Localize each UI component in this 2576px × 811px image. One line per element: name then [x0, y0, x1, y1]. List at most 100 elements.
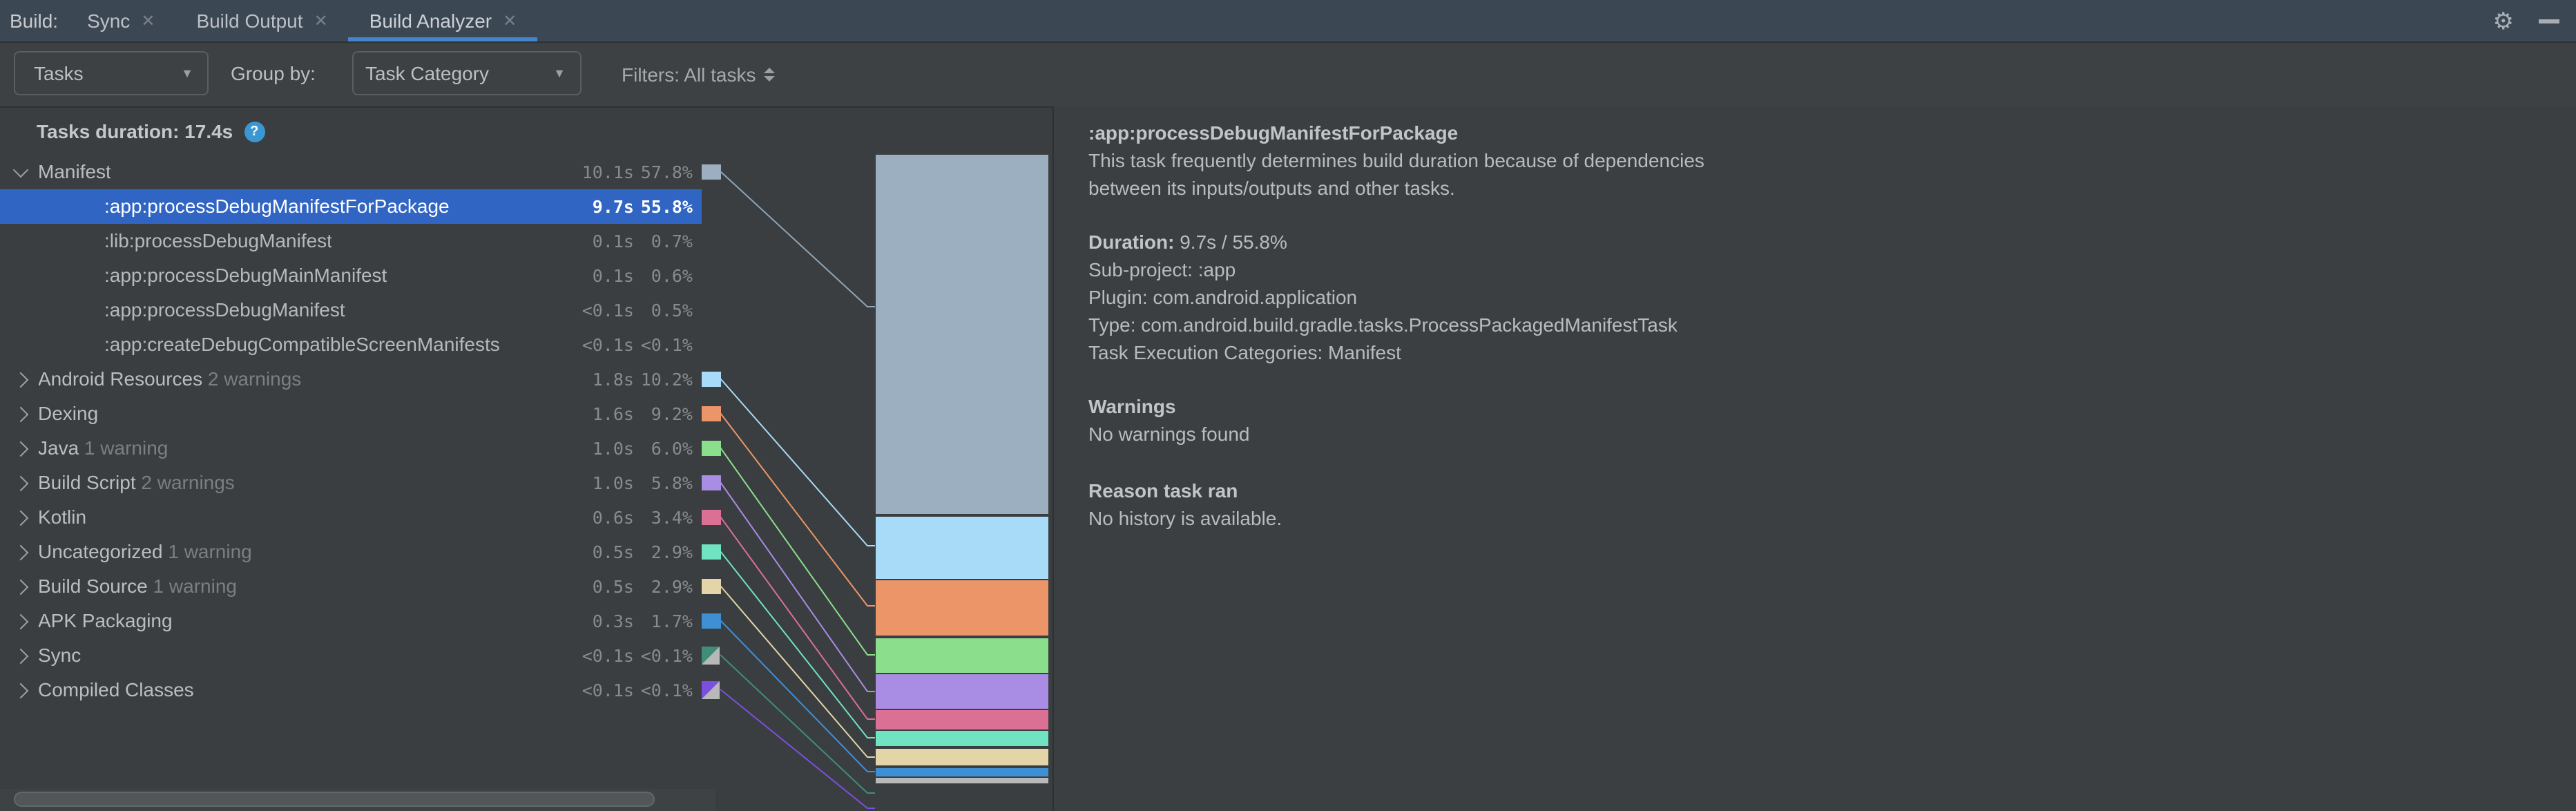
type-line: Type: com.android.build.gradle.tasks.Pro… — [1088, 314, 1678, 336]
row-percent: 3.4% — [651, 499, 693, 534]
task-description-line2: between its inputs/outputs and other tas… — [1088, 177, 1455, 199]
row-percent: 5.8% — [651, 465, 693, 499]
tree-row-category[interactable]: Android Resources 2 warnings 1.8s10.2% — [0, 361, 721, 396]
bar-segment-apk-packaging[interactable] — [875, 767, 1048, 776]
gear-icon[interactable]: ⚙ — [2493, 9, 2515, 32]
reason-header: Reason task ran — [1088, 479, 1238, 502]
tree-row-category[interactable]: Sync<0.1s<0.1% — [0, 638, 721, 672]
category-color-swatch — [701, 475, 720, 490]
row-label: Dexing — [38, 396, 98, 430]
row-label: :app:processDebugManifest — [104, 292, 345, 327]
tree-row-category[interactable]: Build Script 2 warnings1.0s5.8% — [0, 465, 721, 499]
view-dropdown[interactable]: Tasks ▼ — [13, 51, 209, 95]
category-color-swatch — [701, 646, 719, 664]
row-duration: <0.1s — [582, 327, 634, 361]
close-icon[interactable]: ✕ — [503, 12, 517, 29]
close-icon[interactable]: ✕ — [141, 12, 155, 29]
scrollbar-thumb[interactable] — [13, 791, 654, 807]
warning-count: 2 warnings — [136, 470, 235, 493]
bar-segment-other[interactable] — [875, 778, 1048, 783]
row-duration: 0.3s — [593, 603, 634, 638]
bar-segment-java[interactable] — [875, 638, 1048, 672]
plugin-line: Plugin: com.android.application — [1088, 286, 1357, 308]
task-description-line1: This task frequently determines build du… — [1088, 149, 1704, 171]
bar-segment-android-resources[interactable] — [875, 517, 1048, 578]
group-by-label: Group by: — [231, 41, 316, 106]
row-label: Build Source 1 warning — [38, 569, 237, 603]
minimize-icon[interactable] — [2539, 19, 2559, 23]
tree-row-task[interactable]: :lib:processDebugManifest 0.1s 0.7% — [0, 223, 721, 258]
tree-row-category[interactable]: Build Source 1 warning0.5s2.9% — [0, 569, 721, 603]
group-by-dropdown[interactable]: Task Category ▼ — [352, 51, 581, 95]
tree-row-category[interactable]: Dexing1.6s9.2% — [0, 396, 721, 430]
tree-row-category[interactable]: Java 1 warning1.0s6.0% — [0, 430, 721, 465]
task-title: :app:processDebugManifestForPackage — [1088, 122, 1458, 144]
row-duration: <0.1s — [582, 672, 634, 707]
tree-row-task[interactable]: :app:processDebugManifestForPackage9.7s5… — [0, 189, 721, 223]
row-duration: 1.6s — [593, 396, 634, 430]
toolwindow-header: Build: Sync ✕ Build Output ✕ Build Analy… — [0, 0, 2576, 41]
row-duration: 1.8s — [593, 361, 634, 396]
tree-row-task[interactable]: :app:processDebugMainManifest0.1s0.6% — [0, 258, 721, 292]
bar-segment-build-script[interactable] — [875, 674, 1048, 708]
warnings-value: No warnings found — [1088, 423, 1250, 445]
filters-control[interactable]: Filters: All tasks — [622, 41, 776, 106]
row-label: :app:createDebugCompatibleScreenManifest… — [104, 327, 500, 361]
horizontal-scrollbar[interactable] — [0, 789, 715, 811]
tab-sync[interactable]: Sync ✕ — [66, 0, 175, 41]
bar-segment-kotlin[interactable] — [875, 710, 1048, 729]
tree-row-category[interactable]: APK Packaging 0.3s 1.7% — [0, 603, 721, 638]
connector-line — [720, 413, 875, 606]
chevron-down-icon: ▼ — [181, 66, 193, 80]
bar-segment-build-source[interactable] — [875, 748, 1048, 765]
row-percent: 0.7% — [651, 223, 693, 258]
bar-segment-dexing[interactable] — [875, 580, 1048, 635]
tab-build-output[interactable]: Build Output ✕ — [175, 0, 348, 41]
tasks-duration-title: Tasks duration: 17.4s ? — [37, 120, 265, 142]
tab-strip: Sync ✕ Build Output ✕ Build Analyzer ✕ — [66, 0, 537, 41]
reason-value: No history is available. — [1088, 507, 1282, 529]
category-color-swatch — [701, 680, 719, 698]
row-duration: 1.0s — [593, 430, 634, 465]
bar-segment-uncategorized[interactable] — [875, 731, 1048, 746]
row-label: Android Resources 2 warnings — [38, 361, 301, 396]
header-separator — [0, 41, 2576, 43]
row-label: APK Packaging — [38, 603, 173, 638]
warning-count: 1 warning — [163, 540, 252, 562]
tree-row-category[interactable]: Manifest10.1s57.8% — [0, 154, 721, 189]
row-label: Manifest — [38, 154, 111, 189]
row-duration: <0.1s — [582, 638, 634, 672]
connector-line — [720, 448, 875, 655]
row-percent: <0.1% — [641, 638, 693, 672]
row-percent: 0.6% — [651, 258, 693, 292]
category-color-swatch — [701, 578, 720, 593]
tree-row-task[interactable]: :app:createDebugCompatibleScreenManifest… — [0, 327, 721, 361]
row-percent: 1.7% — [651, 603, 693, 638]
chevron-down-icon: ▼ — [553, 66, 566, 80]
connector-line — [720, 620, 875, 772]
details-panel: :app:processDebugManifestForPackage This… — [1054, 106, 2576, 811]
tree-row-category[interactable]: Uncategorized 1 warning0.5s2.9% — [0, 534, 721, 569]
row-percent: 0.5% — [651, 292, 693, 327]
subproject-line: Sub-project: :app — [1088, 258, 1236, 280]
help-icon[interactable]: ? — [244, 121, 265, 142]
category-color-swatch — [701, 371, 720, 386]
row-percent: 10.2% — [641, 361, 693, 396]
row-duration: <0.1s — [582, 292, 634, 327]
tab-build-analyzer[interactable]: Build Analyzer ✕ — [349, 0, 538, 41]
bar-segment-manifest[interactable] — [875, 154, 1048, 514]
close-icon[interactable]: ✕ — [314, 12, 328, 29]
duration-label: Duration: — [1088, 231, 1174, 253]
row-label: Kotlin — [38, 499, 86, 534]
tree-row-category[interactable]: Compiled Classes<0.1s<0.1% — [0, 672, 721, 707]
row-label: :app:processDebugMainManifest — [104, 258, 387, 292]
row-label: :lib:processDebugManifest — [104, 223, 332, 258]
connector-line — [720, 689, 875, 808]
row-duration: 0.1s — [593, 223, 634, 258]
tree-row-category[interactable]: Kotlin0.6s3.4% — [0, 499, 721, 534]
row-duration: 0.5s — [593, 569, 634, 603]
connector-line — [720, 171, 875, 307]
connector-line — [720, 482, 875, 691]
tree-row-task[interactable]: :app:processDebugManifest <0.1s 0.5% — [0, 292, 721, 327]
warning-count: 1 warning — [79, 436, 168, 458]
